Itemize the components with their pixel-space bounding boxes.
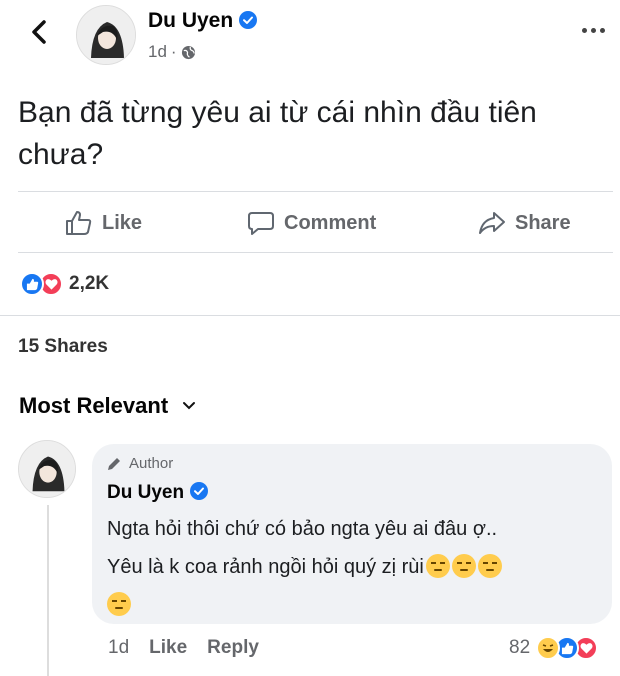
more-options-icon[interactable]: [582, 28, 608, 36]
post-author-name[interactable]: Du Uyen: [148, 9, 258, 33]
post-meta: 1d ·: [148, 42, 196, 62]
comment-author-text: Du Uyen: [107, 482, 185, 503]
divider-reactions: [0, 315, 620, 316]
divider-top: [18, 191, 613, 192]
unamused-emoji-icon: [107, 592, 131, 616]
like-reaction-icon: [20, 272, 44, 296]
comment-sort-dropdown[interactable]: Most Relevant: [19, 393, 196, 419]
unamused-emoji-icon: [425, 554, 450, 578]
unamused-emoji-icon: [451, 554, 476, 578]
comment-footer: 1d Like Reply: [108, 637, 259, 659]
share-label: Share: [515, 211, 571, 234]
comment-button[interactable]: Comment: [246, 208, 376, 238]
comment-like-button[interactable]: Like: [149, 637, 187, 659]
globe-icon: [181, 45, 195, 59]
pencil-icon: [108, 458, 120, 470]
comment-line-2: Yêu là k coa rảnh ngồi hỏi quý zị rùi: [107, 548, 602, 586]
author-name-text: Du Uyen: [148, 9, 234, 32]
sort-label: Most Relevant: [19, 393, 169, 418]
back-chevron-icon[interactable]: [26, 18, 54, 46]
thumbs-up-icon: [66, 211, 92, 235]
shares-count[interactable]: 15 Shares: [18, 336, 108, 358]
like-button[interactable]: Like: [64, 208, 142, 238]
comment-reactions[interactable]: 82: [509, 636, 599, 660]
post-actions: Like Comment Share: [0, 194, 620, 252]
reactions-summary[interactable]: 2,2K: [20, 272, 109, 296]
unamused-emoji-icon: [477, 554, 502, 578]
post-time[interactable]: 1d: [148, 42, 167, 62]
comment-time[interactable]: 1d: [108, 637, 129, 659]
like-label: Like: [102, 211, 143, 234]
comment-author-name[interactable]: Du Uyen: [107, 482, 209, 504]
verified-icon: [239, 11, 258, 29]
divider-actions: [18, 252, 613, 253]
comment-line-3: [107, 586, 602, 624]
haha-reaction-icon: [536, 636, 561, 660]
post-text: Bạn đã từng yêu ai từ cái nhìn đầu tiên …: [18, 96, 537, 171]
meta-separator: ·: [170, 42, 177, 61]
comment-icon: [248, 212, 274, 235]
verified-icon: [190, 482, 209, 500]
comment-line-1: Ngta hỏi thôi chứ có bảo ngta yêu ai đâu…: [107, 518, 498, 540]
share-arrow-icon: [479, 212, 505, 234]
comment-reply-button[interactable]: Reply: [207, 637, 259, 659]
commenter-avatar[interactable]: [18, 440, 76, 498]
comment-text: Ngta hỏi thôi chứ có bảo ngta yêu ai đâu…: [107, 510, 602, 624]
author-avatar[interactable]: [76, 5, 136, 65]
chevron-down-icon: [183, 402, 196, 410]
comment-label: Comment: [284, 211, 377, 234]
share-button[interactable]: Share: [477, 208, 571, 238]
reaction-count: 2,2K: [69, 273, 110, 294]
author-badge-label: Author: [129, 455, 174, 472]
author-badge: Author: [106, 455, 173, 472]
comment-reaction-count: 82: [509, 637, 531, 658]
reply-thread-line: [47, 505, 49, 676]
